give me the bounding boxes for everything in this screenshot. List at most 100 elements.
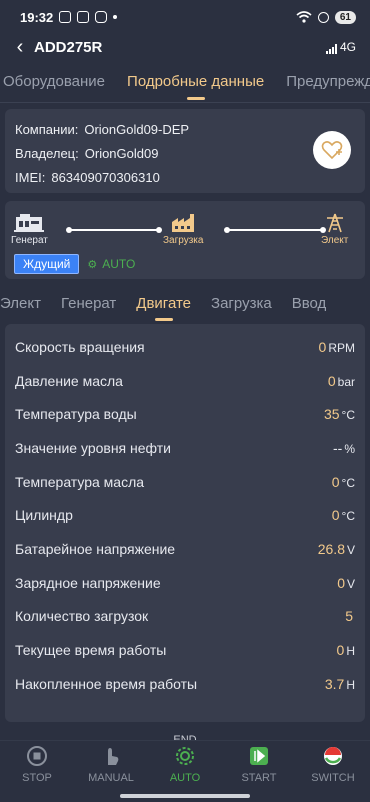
notification-dot-icon [113, 15, 118, 19]
device-info-card: Компании: OrionGold09-DEP Владелец: OrionG… [5, 109, 365, 193]
param-row: Скорость вращения 0 RPM [15, 330, 355, 364]
stop-label: STOP [22, 772, 52, 784]
param-row: Количество загрузок 5 [15, 600, 355, 634]
switch-label: SWITCH [311, 772, 355, 784]
param-row: Текущее время работы 0 H [15, 633, 355, 667]
tab-details[interactable]: Подробные данные [116, 73, 275, 90]
status-time: 19:32 [20, 9, 54, 25]
home-indicator[interactable] [120, 794, 250, 798]
param-name: Температура масла [15, 473, 145, 490]
manual-button[interactable]: MANUAL [81, 745, 141, 784]
subtab-engine[interactable]: Двигате [126, 295, 201, 312]
auto-mode-icon: ⚙ [87, 258, 98, 271]
flow-line-gen-load [66, 227, 162, 233]
param-value: 0 [336, 642, 345, 659]
company-value: OrionGold09-DEP [84, 122, 190, 137]
param-unit: V [346, 576, 355, 591]
auto-mode-tag: ⚙ AUTO [87, 257, 135, 271]
factory-icon [172, 214, 195, 232]
param-value: 26.8 [317, 540, 345, 557]
back-arrow-icon[interactable]: ‹ [10, 37, 30, 57]
imei-value: 863409070306310 [51, 170, 160, 185]
param-unit: H [346, 677, 355, 692]
param-value: 35 [323, 406, 340, 423]
imei-row: IMEI: 863409070306310 [15, 166, 355, 190]
favorite-button[interactable] [313, 131, 351, 169]
subtab-generator[interactable]: Генерат [51, 295, 126, 312]
param-row: Накопленное время работы 3.7 H [15, 667, 355, 701]
network-type: 4G [339, 40, 356, 54]
device-title: ADD275R [34, 38, 103, 56]
start-button[interactable]: START [229, 745, 289, 784]
electric-label: Элект [321, 235, 349, 246]
heart-plus-icon [321, 141, 343, 160]
signal-bars-icon [325, 44, 337, 54]
load-label: Загрузка [163, 235, 204, 246]
tabs-divider [0, 102, 370, 103]
image-icon [77, 11, 90, 23]
status-bar: 19:32 61 [0, 0, 370, 34]
param-value: 0 [318, 338, 327, 355]
alarm-icon [317, 11, 329, 23]
param-row: Температура масла 0 °C [15, 465, 355, 499]
owner-value: OrionGold09 [84, 146, 159, 161]
param-unit: °C [341, 408, 355, 423]
engine-subtabs: Элект Генерат Двигате Загрузка Ввод [0, 284, 370, 322]
param-value: 0 [327, 372, 336, 389]
screen-record-icon [59, 11, 72, 23]
param-row: Батарейное напряжение 26.8 V [15, 532, 355, 566]
param-row: Значение уровня нефти --% [15, 431, 355, 465]
power-flow-card: Генерат Загрузка Элект Ждущий ⚙ AUTO [5, 201, 365, 279]
start-label: START [241, 772, 277, 784]
param-unit: % [344, 441, 355, 456]
param-unit: H [346, 644, 355, 659]
stop-icon [27, 746, 47, 766]
electric-node: Элект [321, 213, 348, 246]
param-value: 5 [345, 608, 353, 625]
param-row: Температура воды 35 °C [15, 397, 355, 431]
manual-label: MANUAL [88, 772, 134, 784]
subtab-electric[interactable]: Элект [0, 295, 51, 312]
tab-equipment[interactable]: Оборудование [0, 73, 116, 90]
generator-node: Генерат [11, 213, 48, 246]
param-name: Зарядное напряжение [15, 574, 161, 591]
param-name: Накопленное время работы [15, 675, 198, 692]
param-value: 0 [337, 574, 345, 591]
subtab-input[interactable]: Ввод [282, 295, 337, 312]
param-name: Значение уровня нефти [15, 439, 171, 456]
tab-warnings[interactable]: Предупрежде [275, 73, 370, 90]
param-unit: °C [341, 509, 355, 524]
owner-row: Владелец: OrionGold09 [15, 142, 355, 166]
param-value: 3.7 [324, 675, 345, 692]
param-row: Зарядное напряжение 0 V [15, 566, 355, 600]
switch-button[interactable]: SWITCH [303, 745, 363, 784]
param-name: Скорость вращения [15, 338, 145, 355]
auto-mode-label: AUTO [102, 257, 136, 271]
auto-gear-icon [176, 747, 194, 765]
param-row: Цилиндр 0 °C [15, 498, 355, 532]
mode-row: Ждущий ⚙ AUTO [14, 254, 135, 274]
start-icon [250, 747, 268, 765]
param-unit: V [346, 542, 355, 557]
param-value: 0 [331, 473, 340, 490]
bottom-control-bar: STOP MANUAL AUTO START SWITCH [0, 740, 370, 802]
app-header: ‹ ADD275R 4G [0, 34, 370, 60]
battery-indicator: 61 [334, 10, 356, 24]
subtab-load[interactable]: Загрузка [201, 295, 282, 312]
instagram-icon [95, 11, 108, 23]
generator-icon [14, 214, 45, 232]
param-name: Цилиндр [15, 507, 73, 524]
param-unit: °C [341, 475, 355, 490]
param-name: Температура воды [15, 406, 137, 423]
wifi-icon [296, 11, 312, 23]
auto-label: AUTO [169, 772, 201, 784]
owner-label: Владелец: [15, 146, 79, 161]
power-tower-icon [326, 213, 343, 233]
auto-button[interactable]: AUTO [155, 745, 215, 784]
company-label: Компании: [15, 122, 79, 137]
stop-button[interactable]: STOP [7, 745, 67, 784]
hand-icon [108, 748, 119, 765]
main-tabs: Оборудование Подробные данные Предупрежд… [0, 62, 370, 100]
param-value: -- [333, 439, 343, 456]
param-unit: RPM [328, 340, 355, 355]
